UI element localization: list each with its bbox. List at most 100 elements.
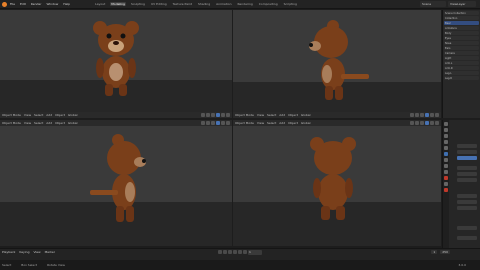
outliner-row[interactable]: Ears — [444, 46, 479, 50]
viewport-top-right[interactable]: Object Mode View Select Add Object Globa… — [233, 10, 441, 118]
rendered-shading-icon[interactable] — [226, 113, 230, 117]
overlay-icon[interactable] — [410, 113, 414, 117]
world-icon[interactable] — [444, 146, 448, 150]
jump-start-icon[interactable] — [218, 250, 222, 254]
end-frame-field[interactable]: 250 — [440, 250, 450, 254]
wireframe-shading-icon[interactable] — [420, 113, 424, 117]
mode-selector[interactable]: Object Mode — [235, 113, 254, 117]
material-shading-icon[interactable] — [221, 113, 225, 117]
location-y-field[interactable] — [457, 150, 477, 154]
viewport-top-left[interactable]: Object Mode View Select Add Object Globa… — [0, 10, 232, 118]
bear-front-view[interactable] — [0, 10, 232, 118]
menu-file[interactable]: File — [10, 2, 15, 6]
outliner-row[interactable]: Leg.R — [444, 76, 479, 80]
tab-layout[interactable]: Layout — [94, 2, 106, 6]
outliner-row[interactable]: Light — [444, 56, 479, 60]
next-keyframe-icon[interactable] — [238, 250, 242, 254]
modifier-icon[interactable] — [444, 158, 448, 162]
physics-icon[interactable] — [444, 170, 448, 174]
play-reverse-icon[interactable] — [228, 250, 232, 254]
view-layer-selector[interactable]: ViewLayer — [448, 1, 476, 7]
outliner-row[interactable]: Arm.R — [444, 66, 479, 70]
location-z-field[interactable] — [457, 156, 477, 160]
overlay-icon[interactable] — [201, 113, 205, 117]
tab-rendering[interactable]: Rendering — [236, 2, 253, 6]
data-icon[interactable] — [444, 182, 448, 186]
transform-orientation[interactable]: Global — [301, 113, 311, 117]
play-icon[interactable] — [233, 250, 237, 254]
tab-compositing[interactable]: Compositing — [258, 2, 279, 6]
rotation-z-field[interactable] — [457, 178, 477, 182]
prev-keyframe-icon[interactable] — [223, 250, 227, 254]
object-icon[interactable] — [444, 152, 448, 156]
scene-selector[interactable]: Scene — [420, 1, 446, 7]
outliner-row[interactable]: Body — [444, 31, 479, 35]
wireframe-shading-icon[interactable] — [211, 113, 215, 117]
object-menu[interactable]: Object — [288, 113, 298, 117]
playback-menu[interactable]: Playback — [2, 250, 15, 254]
mode-selector[interactable]: Object Mode — [2, 113, 21, 117]
timeline-view-menu[interactable]: View — [33, 250, 40, 254]
bear-side-view-left[interactable] — [0, 120, 232, 246]
view-menu[interactable]: View — [257, 113, 264, 117]
menu-help[interactable]: Help — [63, 2, 70, 6]
outliner-row[interactable]: Nose — [444, 41, 479, 45]
start-frame-field[interactable]: 1 — [431, 250, 438, 254]
menu-render[interactable]: Render — [31, 2, 42, 6]
scale-x-field[interactable] — [457, 194, 477, 198]
keying-menu[interactable]: Keying — [19, 250, 29, 254]
jump-end-icon[interactable] — [243, 250, 247, 254]
transform-orientation[interactable]: Global — [68, 113, 78, 117]
view-menu[interactable]: View — [24, 113, 31, 117]
material-shading-icon[interactable] — [430, 113, 434, 117]
scale-y-field[interactable] — [457, 200, 477, 204]
blender-logo-icon[interactable] — [2, 1, 7, 7]
solid-shading-icon[interactable] — [216, 113, 220, 117]
scene-icon[interactable] — [444, 140, 448, 144]
tool-icon[interactable] — [444, 122, 448, 126]
particles-icon[interactable] — [444, 164, 448, 168]
tab-scripting[interactable]: Scripting — [283, 2, 298, 6]
object-menu[interactable]: Object — [55, 113, 65, 117]
outliner-row[interactable]: Scene Collection — [444, 11, 479, 15]
constraints-icon[interactable] — [444, 176, 448, 180]
tab-uv-editing[interactable]: UV Editing — [150, 2, 168, 6]
solid-shading-icon[interactable] — [425, 113, 429, 117]
xray-icon[interactable] — [415, 113, 419, 117]
menu-edit[interactable]: Edit — [20, 2, 26, 6]
tab-animation[interactable]: Animation — [215, 2, 232, 6]
marker-menu[interactable]: Marker — [45, 250, 55, 254]
outliner-row[interactable]: Armature — [444, 26, 479, 30]
bear-side-view[interactable] — [233, 10, 441, 118]
delta-transform-field[interactable] — [457, 226, 477, 230]
tab-modeling[interactable]: Modeling — [110, 2, 126, 6]
rotation-y-field[interactable] — [457, 172, 477, 176]
tab-sculpting[interactable]: Sculpting — [130, 2, 146, 6]
viewport-bottom-right[interactable]: Object Mode View Select Add Object Globa… — [233, 120, 441, 246]
current-frame-field[interactable]: 1 — [248, 250, 262, 255]
add-menu[interactable]: Add — [279, 113, 285, 117]
outliner-row[interactable]: Camera — [444, 51, 479, 55]
menu-window[interactable]: Window — [46, 2, 58, 6]
rendered-shading-icon[interactable] — [435, 113, 439, 117]
bear-back-view[interactable] — [233, 120, 441, 246]
scale-z-field[interactable] — [457, 206, 477, 210]
outliner-row[interactable]: Collection — [444, 16, 479, 20]
select-menu[interactable]: Select — [34, 113, 43, 117]
relations-field[interactable] — [457, 236, 477, 240]
tab-texture-paint[interactable]: Texture Paint — [172, 2, 193, 6]
outliner-row[interactable]: Eyes — [444, 36, 479, 40]
outliner-row[interactable]: Bear — [444, 21, 479, 25]
material-icon[interactable] — [444, 188, 448, 192]
render-icon[interactable] — [444, 128, 448, 132]
outliner-row[interactable]: Leg.L — [444, 71, 479, 75]
xray-icon[interactable] — [206, 113, 210, 117]
tab-shading[interactable]: Shading — [197, 2, 211, 6]
viewport-bottom-left[interactable]: Object Mode View Select Add Object Globa… — [0, 120, 232, 246]
output-icon[interactable] — [444, 134, 448, 138]
location-x-field[interactable] — [457, 144, 477, 148]
select-menu[interactable]: Select — [267, 113, 276, 117]
rotation-x-field[interactable] — [457, 166, 477, 170]
add-menu[interactable]: Add — [46, 113, 52, 117]
outliner-row[interactable]: Arm.L — [444, 61, 479, 65]
